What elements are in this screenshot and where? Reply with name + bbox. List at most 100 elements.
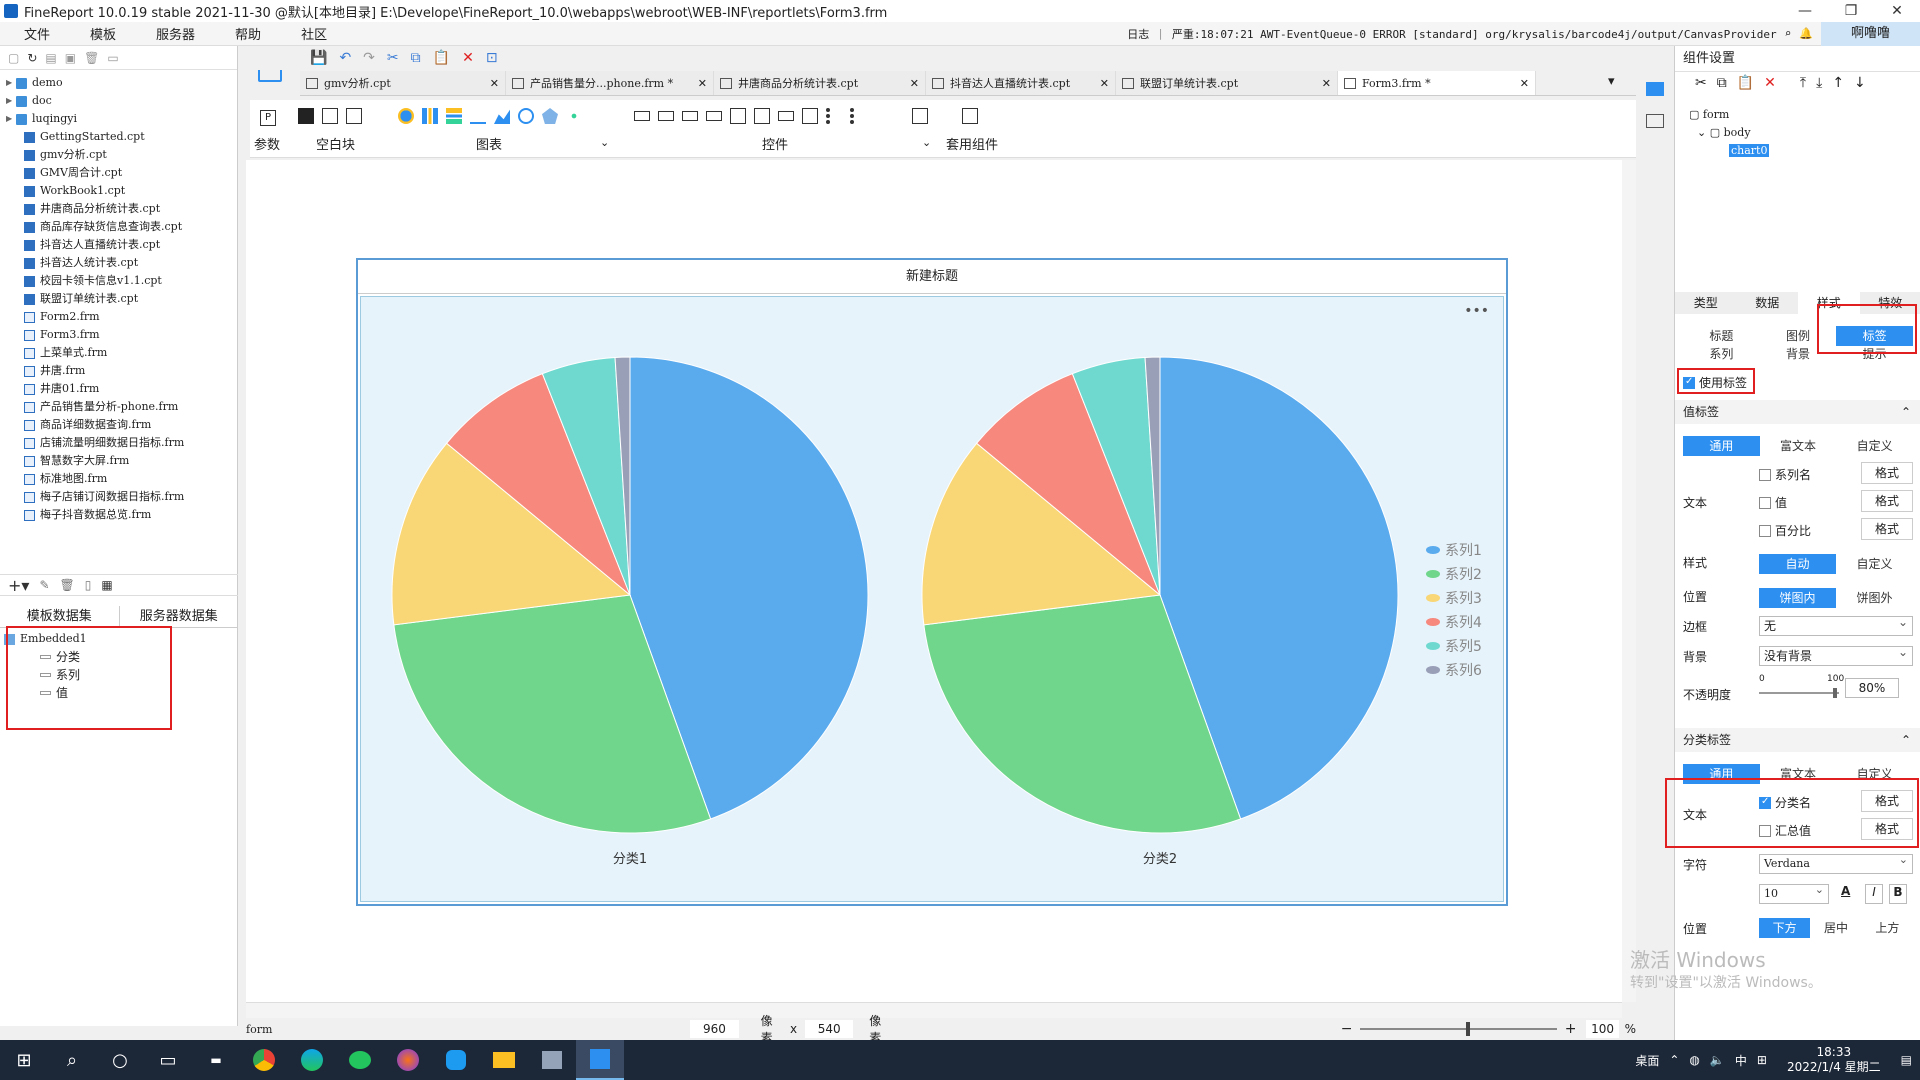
background-select[interactable]: 没有背景 xyxy=(1759,643,1913,666)
file-item[interactable]: 抖音达人直播统计表.cpt xyxy=(0,236,237,254)
tab-4[interactable]: 联盟订单统计表.cpt ✕ xyxy=(1116,71,1338,95)
file-item[interactable]: 井唐01.frm xyxy=(0,380,237,398)
radio-group-icon[interactable] xyxy=(850,108,866,124)
close-tab-icon[interactable]: ✕ xyxy=(480,77,499,90)
paste-icon[interactable]: 📋 xyxy=(433,50,450,66)
menu-community[interactable]: 社区 xyxy=(277,24,343,43)
add-dataset-icon[interactable]: +▾ xyxy=(8,576,29,595)
width-input[interactable]: 960 xyxy=(690,1020,739,1038)
ime-indicator[interactable]: 中 xyxy=(1735,1052,1747,1069)
parameter-icon[interactable]: P xyxy=(260,110,276,126)
bar-chart-icon[interactable] xyxy=(422,108,438,124)
legend-item[interactable]: 系列4 xyxy=(1445,615,1482,631)
delete-icon[interactable]: ✕ xyxy=(462,50,474,66)
opacity-input[interactable]: 80% xyxy=(1845,678,1899,698)
minimize-button[interactable]: — xyxy=(1782,3,1828,19)
percent-checkbox[interactable] xyxy=(1759,524,1771,537)
format-button[interactable]: 格式 xyxy=(1861,462,1913,484)
template-component-icon[interactable] xyxy=(962,108,978,124)
tab-0[interactable]: gmv分析.cpt ✕ xyxy=(300,71,506,95)
search-icon[interactable]: ⌕ xyxy=(1785,27,1792,40)
chart-title[interactable]: 新建标题 xyxy=(358,260,1506,294)
move-down-icon[interactable]: ↓ xyxy=(1854,75,1866,91)
notification-icon[interactable]: ▤ xyxy=(1901,1053,1912,1067)
move-up-icon[interactable]: ↑ xyxy=(1832,75,1844,91)
file-item[interactable]: GettingStarted.cpt xyxy=(0,128,237,146)
file-item[interactable]: gmv分析.cpt xyxy=(0,146,237,164)
close-tab-icon[interactable]: ✕ xyxy=(688,77,707,90)
tab-type[interactable]: 类型 xyxy=(1675,292,1737,314)
file-item[interactable]: 店铺流量明细数据日指标.frm xyxy=(0,434,237,452)
file-item[interactable]: 产品销售量分析-phone.frm xyxy=(0,398,237,416)
close-tab-icon[interactable]: ✕ xyxy=(1510,77,1529,90)
preview-icon[interactable]: ⊡ xyxy=(486,50,498,66)
line-chart-icon[interactable] xyxy=(470,108,486,124)
menu-help[interactable]: 帮助 xyxy=(211,24,277,43)
delete-icon[interactable]: 🗑 xyxy=(84,51,99,65)
file-item[interactable]: 上菜单式.frm xyxy=(0,344,237,362)
maximize-button[interactable]: ❐ xyxy=(1828,3,1874,19)
network-icon[interactable]: ◍ xyxy=(1689,1053,1699,1067)
file-item[interactable]: 商品详细数据查询.frm xyxy=(0,416,237,434)
style-auto[interactable]: 自动 xyxy=(1759,554,1836,574)
finereport-icon[interactable] xyxy=(576,1040,624,1080)
folder-item[interactable]: ▶ doc xyxy=(0,92,237,110)
chart-menu-icon[interactable]: ••• xyxy=(1464,303,1489,319)
grid-icon[interactable] xyxy=(346,108,362,124)
file-item[interactable]: GMV周合计.cpt xyxy=(0,164,237,182)
blank-block-icon[interactable] xyxy=(298,108,314,124)
delete-icon[interactable]: ✕ xyxy=(1764,75,1776,91)
start-icon[interactable]: ⊞ xyxy=(0,1040,48,1080)
layout-icon[interactable] xyxy=(322,108,338,124)
cut-icon[interactable]: ✂ xyxy=(387,50,399,66)
expand-icon[interactable]: ▶ xyxy=(6,74,16,92)
query-icon[interactable]: ▦ xyxy=(101,578,112,592)
pie-chart-icon[interactable] xyxy=(398,108,414,124)
border-select[interactable]: 无 xyxy=(1759,613,1913,636)
qq-icon[interactable] xyxy=(432,1040,480,1080)
search-icon[interactable]: ⌕ xyxy=(48,1040,96,1080)
legend-item[interactable]: 系列3 xyxy=(1445,591,1482,607)
move-top-icon[interactable]: ⤒ xyxy=(1800,75,1806,91)
explorer-icon[interactable] xyxy=(480,1040,528,1080)
file-item[interactable]: 商品库存缺货信息查询表.cpt xyxy=(0,218,237,236)
lock-icon[interactable]: ▤ xyxy=(45,51,56,65)
search-component-icon[interactable] xyxy=(912,108,928,124)
password-icon[interactable] xyxy=(682,111,698,121)
file-item[interactable]: 梅子店铺订阅数据日指标.frm xyxy=(0,488,237,506)
zoom-in-icon[interactable]: + xyxy=(1565,1021,1577,1037)
menu-file[interactable]: 文件 xyxy=(0,24,66,43)
file-item[interactable]: 梅子抖音数据总览.frm xyxy=(0,506,237,524)
legend-item[interactable]: 系列5 xyxy=(1445,639,1482,655)
tree-chart[interactable]: chart0 xyxy=(1689,142,1770,160)
controls-dropdown-icon[interactable]: ⌄ xyxy=(922,136,931,149)
textbox-icon[interactable] xyxy=(634,111,650,121)
cut-icon[interactable]: ✂ xyxy=(1695,75,1707,91)
checkbox-group-icon[interactable] xyxy=(826,108,842,124)
copy-icon[interactable]: ⧉ xyxy=(1717,75,1727,91)
textarea-icon[interactable] xyxy=(802,108,818,124)
chart-dropdown-icon[interactable]: ⌄ xyxy=(600,136,609,149)
position-below[interactable]: 下方 xyxy=(1759,918,1811,938)
tab-2[interactable]: 井唐商品分析统计表.cpt ✕ xyxy=(714,71,926,95)
new-folder-icon[interactable]: ▢ xyxy=(8,51,19,65)
close-button[interactable]: ✕ xyxy=(1874,3,1920,19)
legend-item[interactable]: 系列2 xyxy=(1445,567,1482,583)
menu-server[interactable]: 服务器 xyxy=(132,24,211,43)
edit-icon[interactable]: ✎ xyxy=(39,578,49,592)
file-item[interactable]: 联盟订单统计表.cpt xyxy=(0,290,237,308)
preview-icon[interactable]: ▯ xyxy=(85,578,92,592)
tab-menu-icon[interactable]: ▾ xyxy=(1608,74,1615,89)
app-icon[interactable] xyxy=(528,1040,576,1080)
tab-data[interactable]: 数据 xyxy=(1737,292,1799,314)
user-name[interactable]: 啊噜噜 xyxy=(1820,21,1920,46)
mode-rich[interactable]: 富文本 xyxy=(1759,436,1837,456)
tab-3[interactable]: 抖音达人直播统计表.cpt ✕ xyxy=(926,71,1116,95)
legend-item[interactable]: 系列1 xyxy=(1445,543,1482,559)
opt-series-row[interactable]: 系列名 xyxy=(1759,466,1811,483)
style-custom[interactable]: 自定义 xyxy=(1836,554,1913,574)
opacity-slider[interactable] xyxy=(1759,688,1839,698)
vertical-scrollbar[interactable] xyxy=(1622,160,1636,1002)
opt-percent-row[interactable]: 百分比 xyxy=(1759,522,1811,539)
expand-icon[interactable]: ▶ xyxy=(6,110,16,128)
